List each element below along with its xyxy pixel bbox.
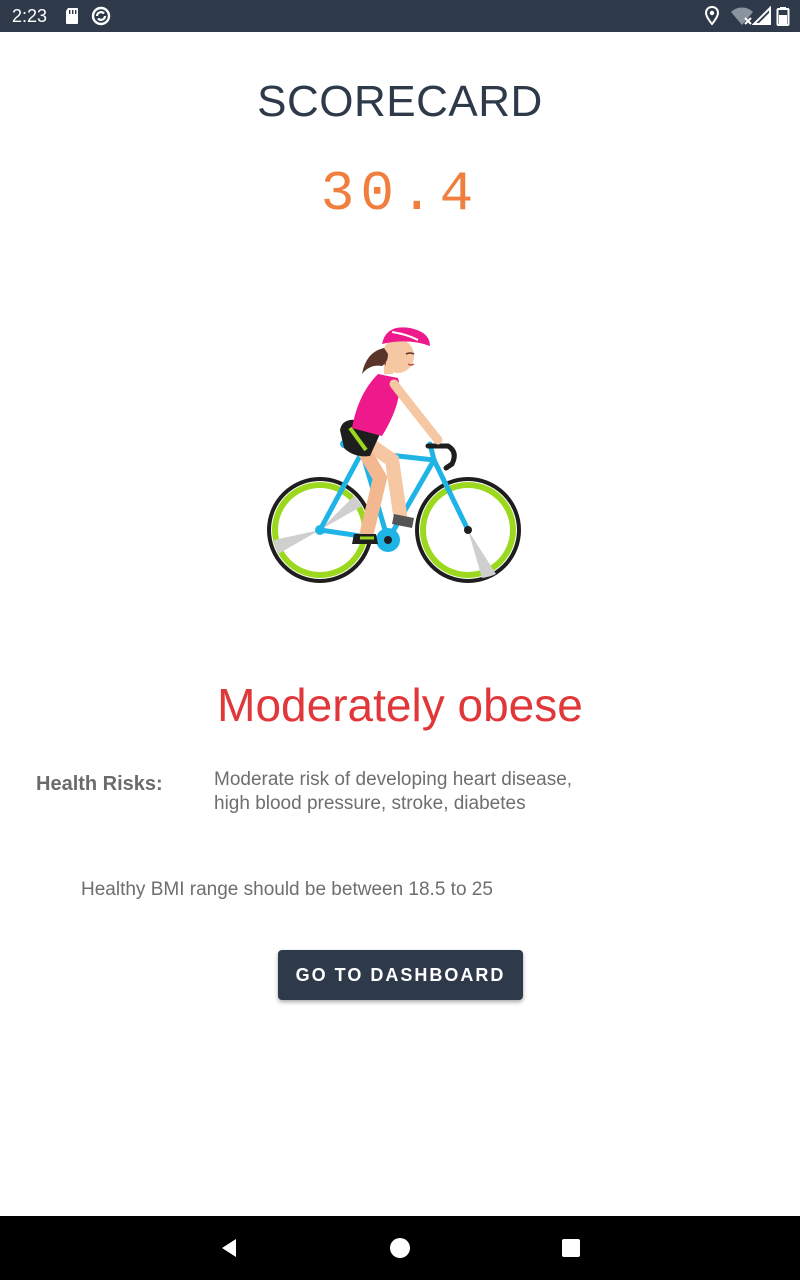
go-to-dashboard-button[interactable]: GO TO DASHBOARD (278, 950, 523, 1000)
navigation-bar (0, 1216, 800, 1280)
bmi-category: Moderately obese (217, 679, 583, 731)
signal-icon (752, 6, 771, 25)
sync-icon (91, 6, 111, 26)
home-icon[interactable] (388, 1236, 412, 1260)
wifi-icon (731, 7, 753, 25)
status-time: 2:23 (12, 6, 48, 26)
status-bar: 2:23 (0, 0, 800, 32)
health-risks-text: Moderate risk of developing heart diseas… (214, 769, 573, 814)
location-icon (704, 6, 720, 26)
sd-card-icon (66, 8, 78, 24)
recents-icon[interactable] (559, 1236, 583, 1260)
healthy-range-text: Healthy BMI range should be between 18.5… (81, 879, 493, 900)
battery-icon (776, 7, 790, 26)
health-risks-label: Health Risks: (36, 773, 163, 795)
page-title: SCORECARD (257, 77, 543, 126)
cyclist-illustration (267, 327, 521, 583)
bmi-score: 30.4 (320, 162, 480, 226)
back-icon[interactable] (218, 1236, 242, 1260)
